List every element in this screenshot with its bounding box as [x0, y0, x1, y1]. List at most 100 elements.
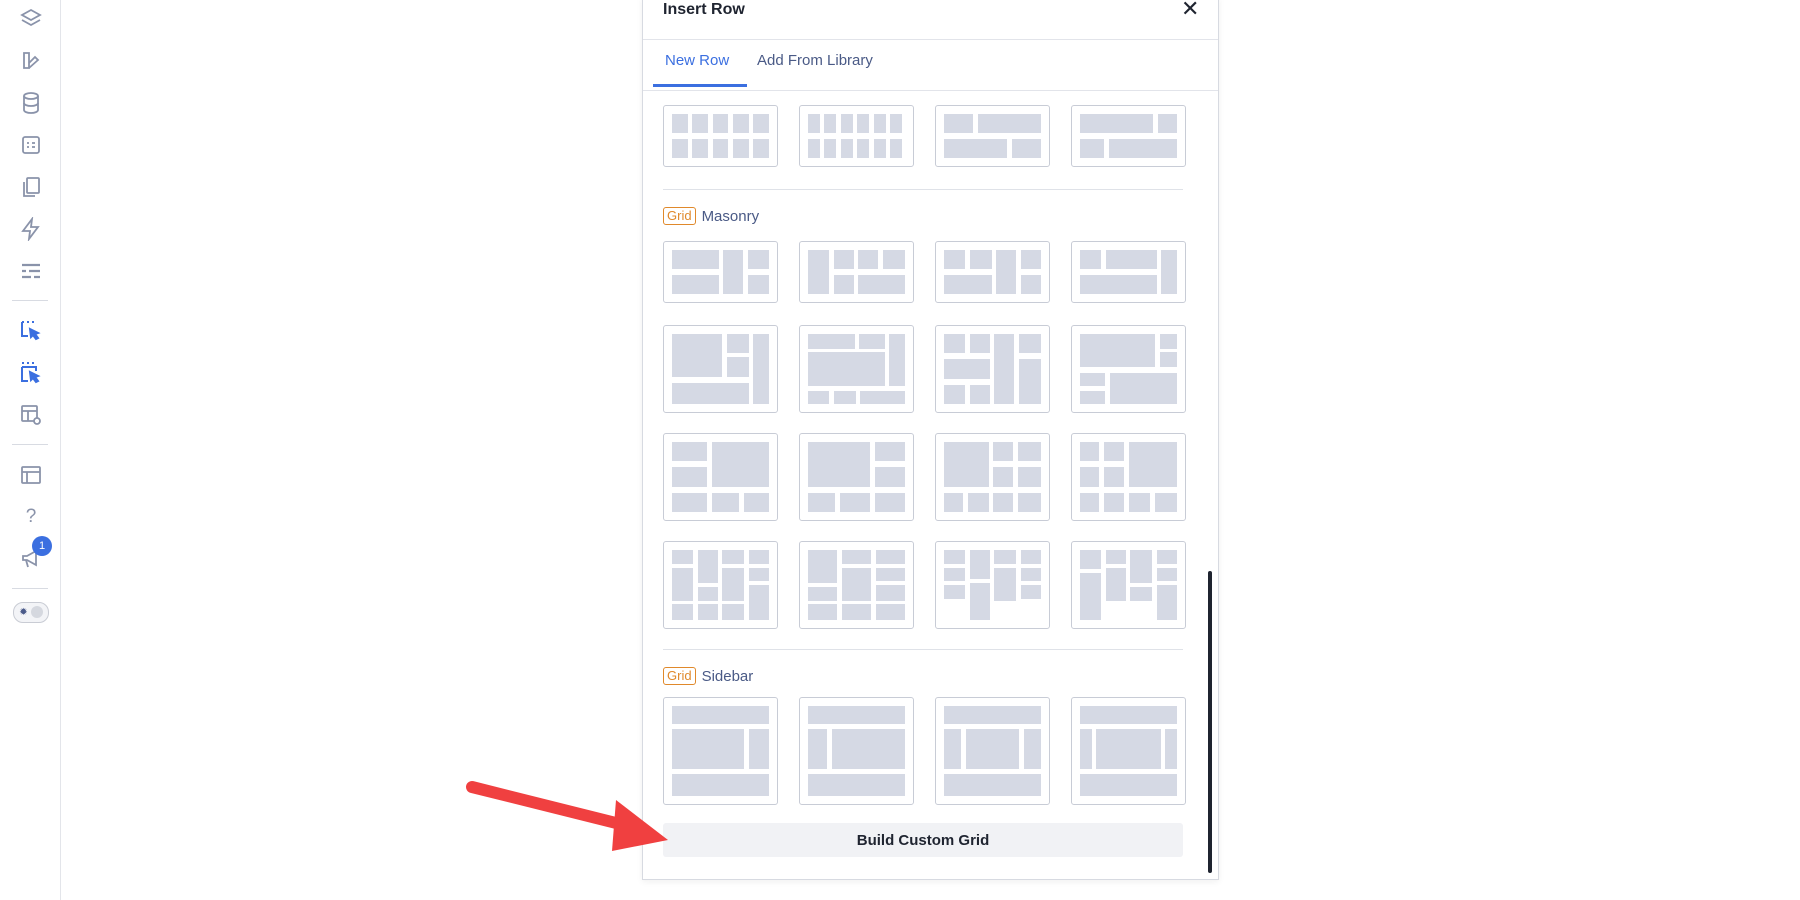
layout-cell [889, 334, 905, 386]
layout-cell [733, 138, 749, 158]
layout-cell [698, 550, 718, 584]
sidebar-divider [12, 300, 48, 301]
layout-cell [1104, 492, 1124, 512]
layout-cell [1128, 442, 1177, 487]
layout-cell [875, 604, 905, 620]
select-pointer-icon[interactable] [18, 318, 44, 344]
layout-option[interactable] [663, 105, 778, 167]
layout-option[interactable] [663, 241, 778, 303]
layout-cell [1156, 550, 1177, 564]
layout-option[interactable] [935, 105, 1050, 167]
database-icon[interactable] [18, 90, 44, 116]
layout-option[interactable] [935, 697, 1050, 805]
layout-option[interactable] [935, 241, 1050, 303]
layout-cell [944, 585, 966, 599]
layout-cell [977, 114, 1041, 134]
layout-cell [1080, 492, 1100, 512]
tab-new-row[interactable]: New Row [665, 40, 729, 86]
layout-preview-icon[interactable] [18, 402, 44, 428]
layout-cell [944, 334, 966, 354]
layout-cell [748, 729, 769, 769]
tab-add-from-library[interactable]: Add From Library [757, 40, 873, 86]
layout-option[interactable] [799, 105, 914, 167]
layout-cell [840, 492, 871, 512]
layout-option[interactable] [663, 325, 778, 413]
layout-option[interactable] [1071, 433, 1186, 521]
layout-cell [698, 586, 718, 601]
window-icon[interactable] [18, 462, 44, 488]
layout-cell [944, 567, 966, 582]
layout-cell [672, 729, 744, 769]
grid-tag: Grid [663, 207, 696, 225]
layout-option[interactable] [1071, 697, 1186, 805]
layout-cell [1080, 573, 1102, 620]
layout-option[interactable] [663, 541, 778, 629]
layout-cell [672, 274, 719, 294]
layout-cell [808, 334, 855, 349]
multi-select-pointer-icon[interactable] [18, 360, 44, 386]
layout-cell [944, 442, 989, 487]
layout-cell [1017, 442, 1041, 462]
layout-option[interactable] [799, 433, 914, 521]
layout-cell [1106, 567, 1126, 601]
bolt-icon[interactable] [18, 216, 44, 242]
layout-cell [875, 550, 905, 564]
layout-cell [970, 583, 990, 620]
brush-icon[interactable] [18, 48, 44, 74]
layout-option[interactable] [663, 433, 778, 521]
layout-cell [748, 585, 769, 620]
layout-cell [672, 550, 694, 564]
list-icon[interactable] [18, 258, 44, 284]
layout-cell [711, 442, 769, 487]
layout-option[interactable] [1071, 325, 1186, 413]
build-custom-grid-button[interactable]: Build Custom Grid [663, 823, 1183, 857]
layout-cell [944, 706, 1041, 724]
layout-cell [1080, 334, 1155, 368]
layout-cell [1080, 442, 1100, 462]
layout-cell [890, 114, 903, 134]
layout-cell [727, 357, 749, 377]
layout-cell [727, 334, 749, 354]
grid-tag: Grid [663, 667, 696, 685]
layout-option[interactable] [799, 697, 914, 805]
copy-icon[interactable] [18, 174, 44, 200]
layers-icon[interactable] [18, 6, 44, 32]
form-icon[interactable] [18, 132, 44, 158]
layout-cell [875, 585, 905, 601]
layout-cell [1154, 492, 1177, 512]
layout-cell [722, 550, 744, 564]
layout-option[interactable] [1071, 541, 1186, 629]
layout-cell [840, 138, 853, 158]
layout-option[interactable] [799, 541, 914, 629]
theme-toggle[interactable]: ✹ [13, 602, 49, 623]
layout-cell [944, 550, 966, 564]
section-title: Masonry [701, 207, 760, 225]
help-icon[interactable]: ? [18, 504, 44, 530]
layout-cell [994, 334, 1014, 404]
layout-option[interactable] [1071, 105, 1186, 167]
layout-cell [743, 492, 769, 512]
layout-cell [875, 567, 905, 582]
sidebar-divider [12, 444, 48, 445]
layout-cell [1104, 467, 1124, 487]
layout-cell [748, 567, 769, 582]
layout-cell [993, 442, 1013, 462]
section-header-masonry: Grid Masonry [663, 207, 759, 225]
layout-option[interactable] [799, 325, 914, 413]
layout-option[interactable] [935, 541, 1050, 629]
layout-option[interactable] [935, 433, 1050, 521]
layout-cell [944, 250, 966, 270]
layout-cell [1018, 359, 1041, 404]
layout-cell [890, 138, 903, 158]
layout-cell [672, 567, 694, 601]
layout-option[interactable] [799, 241, 914, 303]
layout-option[interactable] [935, 325, 1050, 413]
layout-option[interactable] [1071, 241, 1186, 303]
layout-cell [808, 492, 836, 512]
layout-cell [1080, 391, 1106, 404]
layout-cell [722, 567, 744, 601]
layout-cell [970, 334, 990, 354]
close-icon[interactable]: ✕ [1181, 0, 1199, 21]
layout-option[interactable] [663, 697, 778, 805]
scrollbar[interactable] [1208, 571, 1212, 873]
